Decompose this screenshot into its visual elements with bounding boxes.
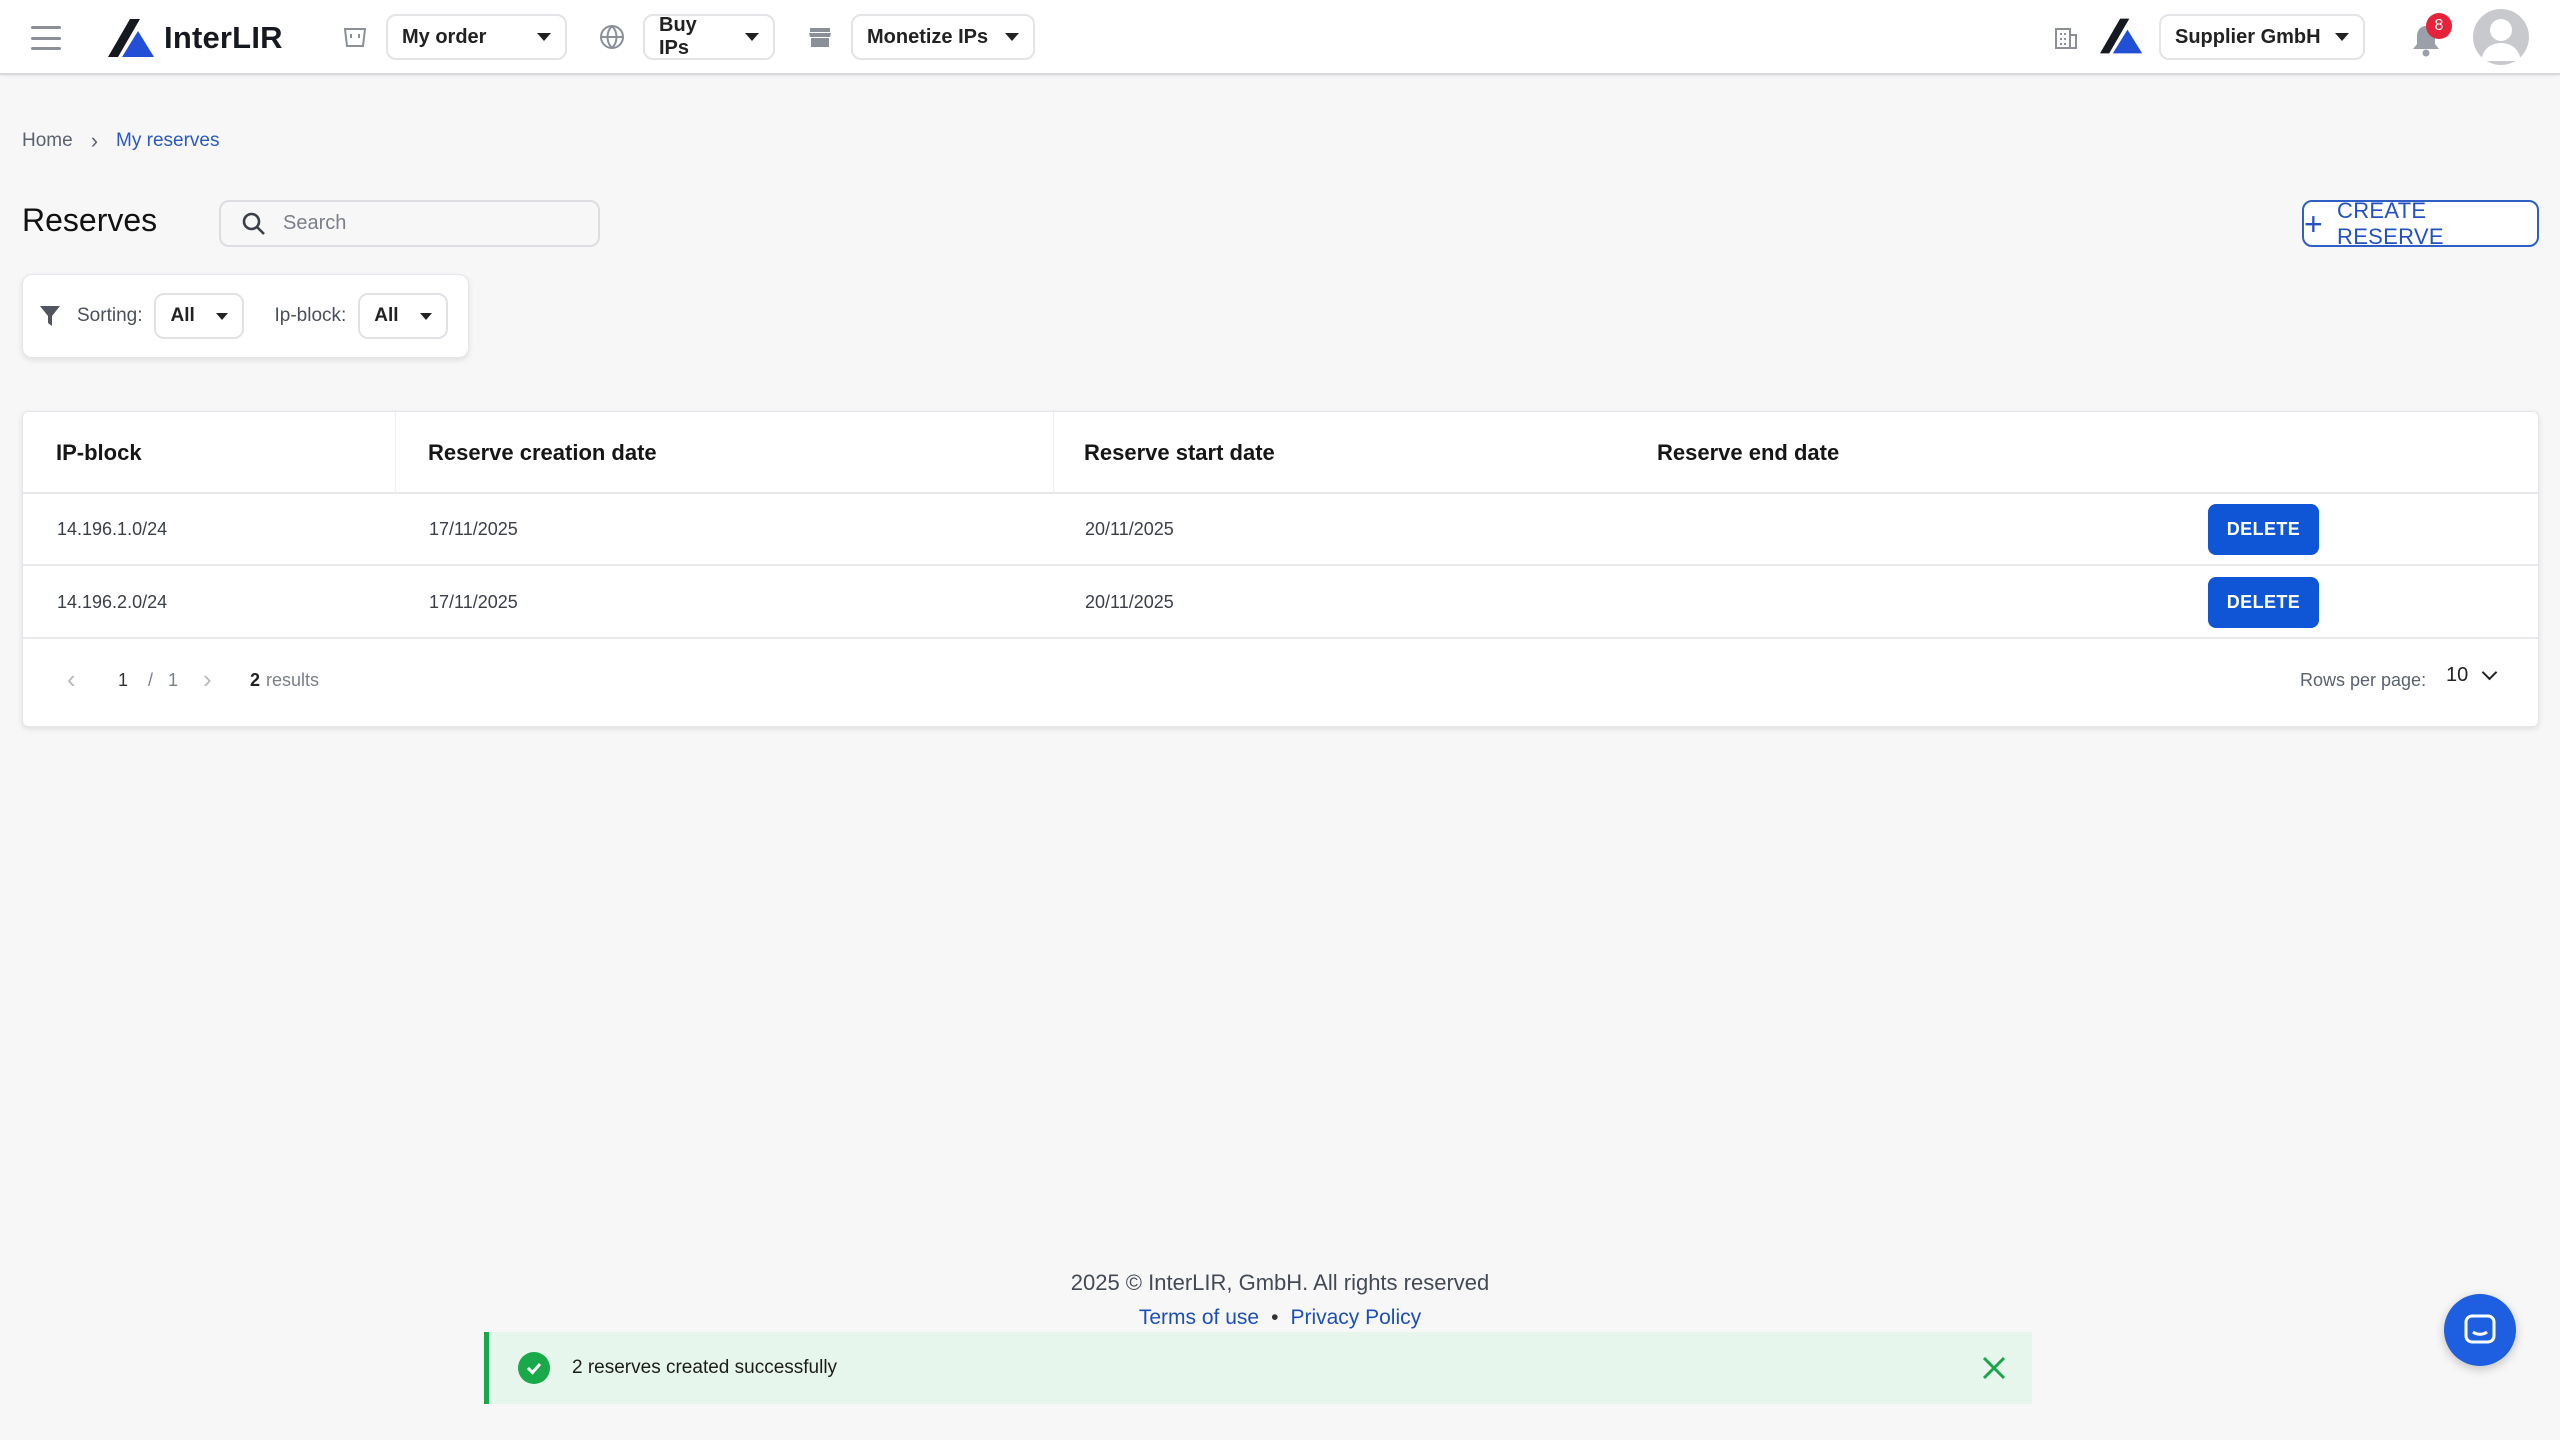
filter-bar: Sorting: All Ip-block: All [22, 274, 469, 358]
chat-support-button[interactable] [2444, 1294, 2516, 1366]
footer-copyright: 2025 © InterLIR, GmbH. All rights reserv… [1070, 1270, 1490, 1295]
caret-down-icon [745, 33, 759, 41]
rows-per-page-select[interactable]: 10 [2446, 664, 2498, 687]
footer-links: Terms of use • Privacy Policy [0, 1306, 2560, 1330]
chat-icon [2464, 1314, 2496, 1344]
pagination: ‹ 1 / 1 › 2 results Rows per page: 10 [23, 640, 2538, 726]
cart-icon [340, 22, 370, 52]
cell-creation-date: 17/11/2025 [429, 592, 518, 612]
chevron-down-icon [2481, 664, 2498, 681]
reserves-table: IP-block Reserve creation date Reserve s… [22, 411, 2539, 727]
column-header-end-date[interactable]: Reserve end date [1657, 440, 1839, 466]
sorting-label: Sorting: [77, 305, 143, 326]
breadcrumb-home-link[interactable]: Home [22, 130, 73, 152]
ipblock-select[interactable]: All [358, 293, 449, 339]
buy-ips-label: Buy IPs [659, 14, 697, 59]
breadcrumb-current: My reserves [116, 130, 220, 151]
caret-down-icon [537, 33, 551, 41]
search-icon [242, 212, 265, 235]
delete-button[interactable]: DELETE [2208, 577, 2319, 628]
caret-down-icon [1005, 33, 1019, 41]
caret-down-icon [216, 312, 229, 320]
chevron-right-icon: › [90, 128, 99, 153]
column-header-creation-date[interactable]: Reserve creation date [428, 440, 657, 466]
success-toast: 2 reserves created successfully [484, 1332, 2032, 1404]
breadcrumb: Home › My reserves [22, 128, 219, 154]
company-dropdown[interactable]: Supplier GmbH [2159, 14, 2365, 60]
company-logo-icon [2100, 18, 2144, 54]
delete-button[interactable]: DELETE [2208, 504, 2319, 555]
column-header-ip-block[interactable]: IP-block [56, 440, 142, 466]
company-label: Supplier GmbH [2175, 25, 2321, 48]
rows-per-page-label: Rows per page: [2300, 670, 2427, 690]
logo-text: InterLIR [164, 20, 283, 55]
table-row: 14.196.1.0/24 17/11/2025 20/11/2025 DELE… [23, 494, 2538, 566]
results-count: 2 [250, 670, 261, 690]
create-reserve-label: CREATE RESERVE [2337, 197, 2444, 249]
column-divider [1053, 412, 1054, 494]
interlir-logo-icon [108, 19, 154, 57]
results-label: results [266, 670, 320, 690]
search-box[interactable] [219, 200, 600, 247]
building-icon [2052, 24, 2080, 52]
create-reserve-button[interactable]: + CREATE RESERVE [2302, 197, 2539, 249]
my-order-dropdown[interactable]: My order [386, 14, 567, 60]
search-input[interactable] [283, 212, 583, 235]
menu-icon[interactable] [28, 22, 64, 54]
filter-funnel-icon [40, 306, 60, 326]
close-icon[interactable] [1980, 1354, 2008, 1382]
cell-ip-block: 14.196.1.0/24 [57, 519, 168, 539]
sorting-value: All [170, 305, 195, 326]
top-navigation-bar: InterLIR My order Buy IPs Monetize IPs S… [0, 0, 2560, 75]
monetize-ips-label: Monetize IPs [867, 25, 989, 48]
user-icon [2481, 19, 2521, 61]
ipblock-label: Ip-block: [274, 305, 347, 326]
page-title: Reserves [22, 202, 158, 238]
column-header-start-date[interactable]: Reserve start date [1084, 440, 1275, 466]
user-avatar[interactable] [2473, 9, 2529, 65]
monetize-ips-dropdown[interactable]: Monetize IPs [851, 14, 1035, 60]
rows-per-page-value: 10 [2446, 664, 2469, 686]
caret-down-icon [2335, 33, 2349, 41]
next-page-chevron-icon[interactable]: › [203, 664, 212, 695]
terms-of-use-link[interactable]: Terms of use [1139, 1306, 1259, 1329]
table-header: IP-block Reserve creation date Reserve s… [23, 412, 2538, 494]
column-divider [395, 412, 396, 494]
my-order-label: My order [402, 25, 487, 48]
globe-icon [597, 22, 627, 52]
table-row: 14.196.2.0/24 17/11/2025 20/11/2025 DELE… [23, 567, 2538, 639]
cell-ip-block: 14.196.2.0/24 [57, 592, 168, 612]
app-logo[interactable]: InterLIR [108, 18, 283, 58]
prev-page-chevron-icon[interactable]: ‹ [67, 664, 76, 695]
cell-start-date: 20/11/2025 [1085, 519, 1174, 539]
buy-ips-dropdown[interactable]: Buy IPs [643, 14, 775, 60]
page-separator: / [148, 670, 154, 690]
cell-start-date: 20/11/2025 [1085, 592, 1174, 612]
privacy-policy-link[interactable]: Privacy Policy [1290, 1306, 1421, 1329]
notification-badge: 8 [2426, 13, 2452, 39]
bullet-separator: • [1271, 1306, 1279, 1329]
toast-message: 2 reserves created successfully [572, 1357, 838, 1378]
store-icon [805, 22, 835, 52]
current-page: 1 [118, 670, 129, 690]
sorting-select[interactable]: All [154, 293, 245, 339]
caret-down-icon [420, 312, 433, 320]
ipblock-value: All [374, 305, 399, 326]
check-circle-icon [518, 1352, 550, 1384]
plus-icon: + [2304, 205, 2323, 242]
total-pages: 1 [168, 670, 179, 690]
cell-creation-date: 17/11/2025 [429, 519, 518, 539]
